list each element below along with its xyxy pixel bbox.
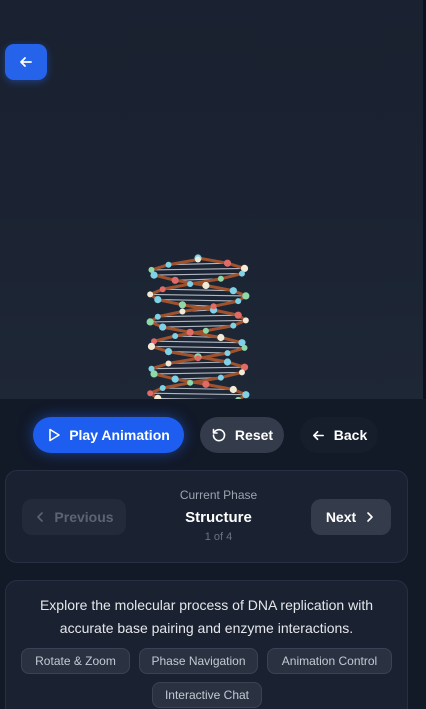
nucleotide-sphere xyxy=(242,391,250,399)
reset-button[interactable]: Reset xyxy=(200,417,284,453)
nucleotide-sphere xyxy=(242,292,250,300)
nucleotide-sphere xyxy=(159,286,166,293)
dna-3d-viewport[interactable] xyxy=(0,0,426,399)
nucleotide-sphere xyxy=(229,385,237,394)
nucleotide-sphere xyxy=(230,322,237,329)
nucleotide-sphere xyxy=(202,327,209,334)
chevron-right-icon xyxy=(367,512,373,522)
info-panel: Explore the molecular process of DNA rep… xyxy=(5,580,408,709)
base-pair-rung xyxy=(154,340,242,344)
backbone-segment xyxy=(196,256,229,265)
base-pair-rung xyxy=(154,273,242,276)
nucleotide-sphere xyxy=(224,350,231,357)
nucleotide-sphere xyxy=(159,385,166,391)
base-pair-rung xyxy=(154,371,242,375)
nucleotide-sphere xyxy=(202,380,210,388)
nucleotide-sphere xyxy=(223,358,232,366)
nucleotide-sphere xyxy=(241,344,248,351)
phase-position: 1 of 4 xyxy=(204,531,233,543)
nucleotide-sphere xyxy=(159,323,167,331)
previous-phase-button[interactable]: Previous xyxy=(22,499,126,535)
play-animation-button[interactable]: Play Animation xyxy=(33,417,184,453)
base-pair-rung xyxy=(151,267,245,271)
base-pair-rung xyxy=(151,366,245,370)
control-panel: Play Animation Reset Back Previous Curre… xyxy=(0,399,426,709)
reset-label: Reset xyxy=(234,427,274,443)
nucleotide-sphere xyxy=(154,313,161,320)
previous-label: Previous xyxy=(54,509,114,525)
nucleotide-sphere xyxy=(186,328,194,336)
base-pair-rung xyxy=(150,293,246,297)
backbone-segment xyxy=(161,381,192,390)
feature-tag: Interactive Chat xyxy=(152,682,262,708)
reset-icon xyxy=(212,428,226,442)
current-phase-display: Current Phase Structure 1 of 4 xyxy=(146,488,291,543)
feature-tag: Animation Control xyxy=(267,648,392,674)
nucleotide-sphere xyxy=(238,270,245,277)
nucleotide-sphere xyxy=(171,375,179,383)
base-pair-rung xyxy=(151,345,245,349)
next-phase-button[interactable]: Next xyxy=(311,499,391,535)
nucleotide-sphere xyxy=(179,308,186,315)
backbone-segment xyxy=(212,308,240,317)
feature-tag: Rotate & Zoom xyxy=(21,648,130,674)
nucleotide-sphere xyxy=(154,296,162,304)
nucleotide-sphere xyxy=(229,287,237,295)
nucleotide-sphere xyxy=(217,275,224,282)
nucleotide-sphere xyxy=(164,348,173,356)
back-label: Back xyxy=(333,427,368,443)
nucleotide-sphere xyxy=(187,281,194,287)
nucleotide-sphere xyxy=(195,355,201,362)
phase-navigator: Previous Current Phase Structure 1 of 4 … xyxy=(5,470,408,563)
nucleotide-sphere xyxy=(178,301,187,309)
nucleotide-sphere xyxy=(150,370,158,378)
nucleotide-sphere xyxy=(223,259,232,267)
nucleotide-sphere xyxy=(210,303,217,310)
back-button[interactable] xyxy=(5,44,47,80)
backbone-segment xyxy=(196,351,229,360)
backbone-segment xyxy=(212,299,240,308)
nucleotide-sphere xyxy=(172,333,179,339)
nucleotide-sphere xyxy=(234,311,242,319)
back-text-button[interactable]: Back xyxy=(300,417,378,453)
play-animation-label: Play Animation xyxy=(69,427,170,443)
backbone-segment xyxy=(161,325,192,334)
nucleotide-sphere xyxy=(242,317,249,324)
dna-helix-model[interactable] xyxy=(140,250,280,399)
nucleotide-sphere xyxy=(146,318,154,326)
nucleotide-sphere xyxy=(235,298,242,305)
nucleotide-sphere xyxy=(147,342,156,350)
base-pair-rung xyxy=(150,392,246,396)
feature-tag: Phase Navigation xyxy=(139,648,258,674)
nucleotide-sphere xyxy=(147,291,154,298)
backbone-segment xyxy=(161,282,192,291)
current-phase-label: Current Phase xyxy=(179,488,258,502)
phase-name: Structure xyxy=(185,509,252,526)
arrow-left-icon xyxy=(20,57,32,67)
nucleotide-sphere xyxy=(217,333,225,342)
nucleotide-sphere xyxy=(150,271,158,279)
chevron-left-icon xyxy=(37,512,44,522)
base-pair-rung xyxy=(150,319,246,323)
nucleotide-sphere xyxy=(171,276,179,284)
nucleotide-sphere xyxy=(217,374,224,381)
play-icon xyxy=(49,428,60,442)
nucleotide-sphere xyxy=(147,390,154,397)
description-text: Explore the molecular process of DNA rep… xyxy=(39,597,374,636)
next-label: Next xyxy=(325,509,357,525)
nucleotide-sphere xyxy=(187,379,194,386)
arrow-left-icon xyxy=(312,430,324,440)
nucleotide-sphere xyxy=(165,360,172,367)
nucleotide-sphere xyxy=(195,256,201,263)
nucleotide-sphere xyxy=(202,281,210,290)
backbone-segment xyxy=(152,334,177,343)
nucleotide-sphere xyxy=(165,261,172,268)
nucleotide-sphere xyxy=(238,369,245,376)
